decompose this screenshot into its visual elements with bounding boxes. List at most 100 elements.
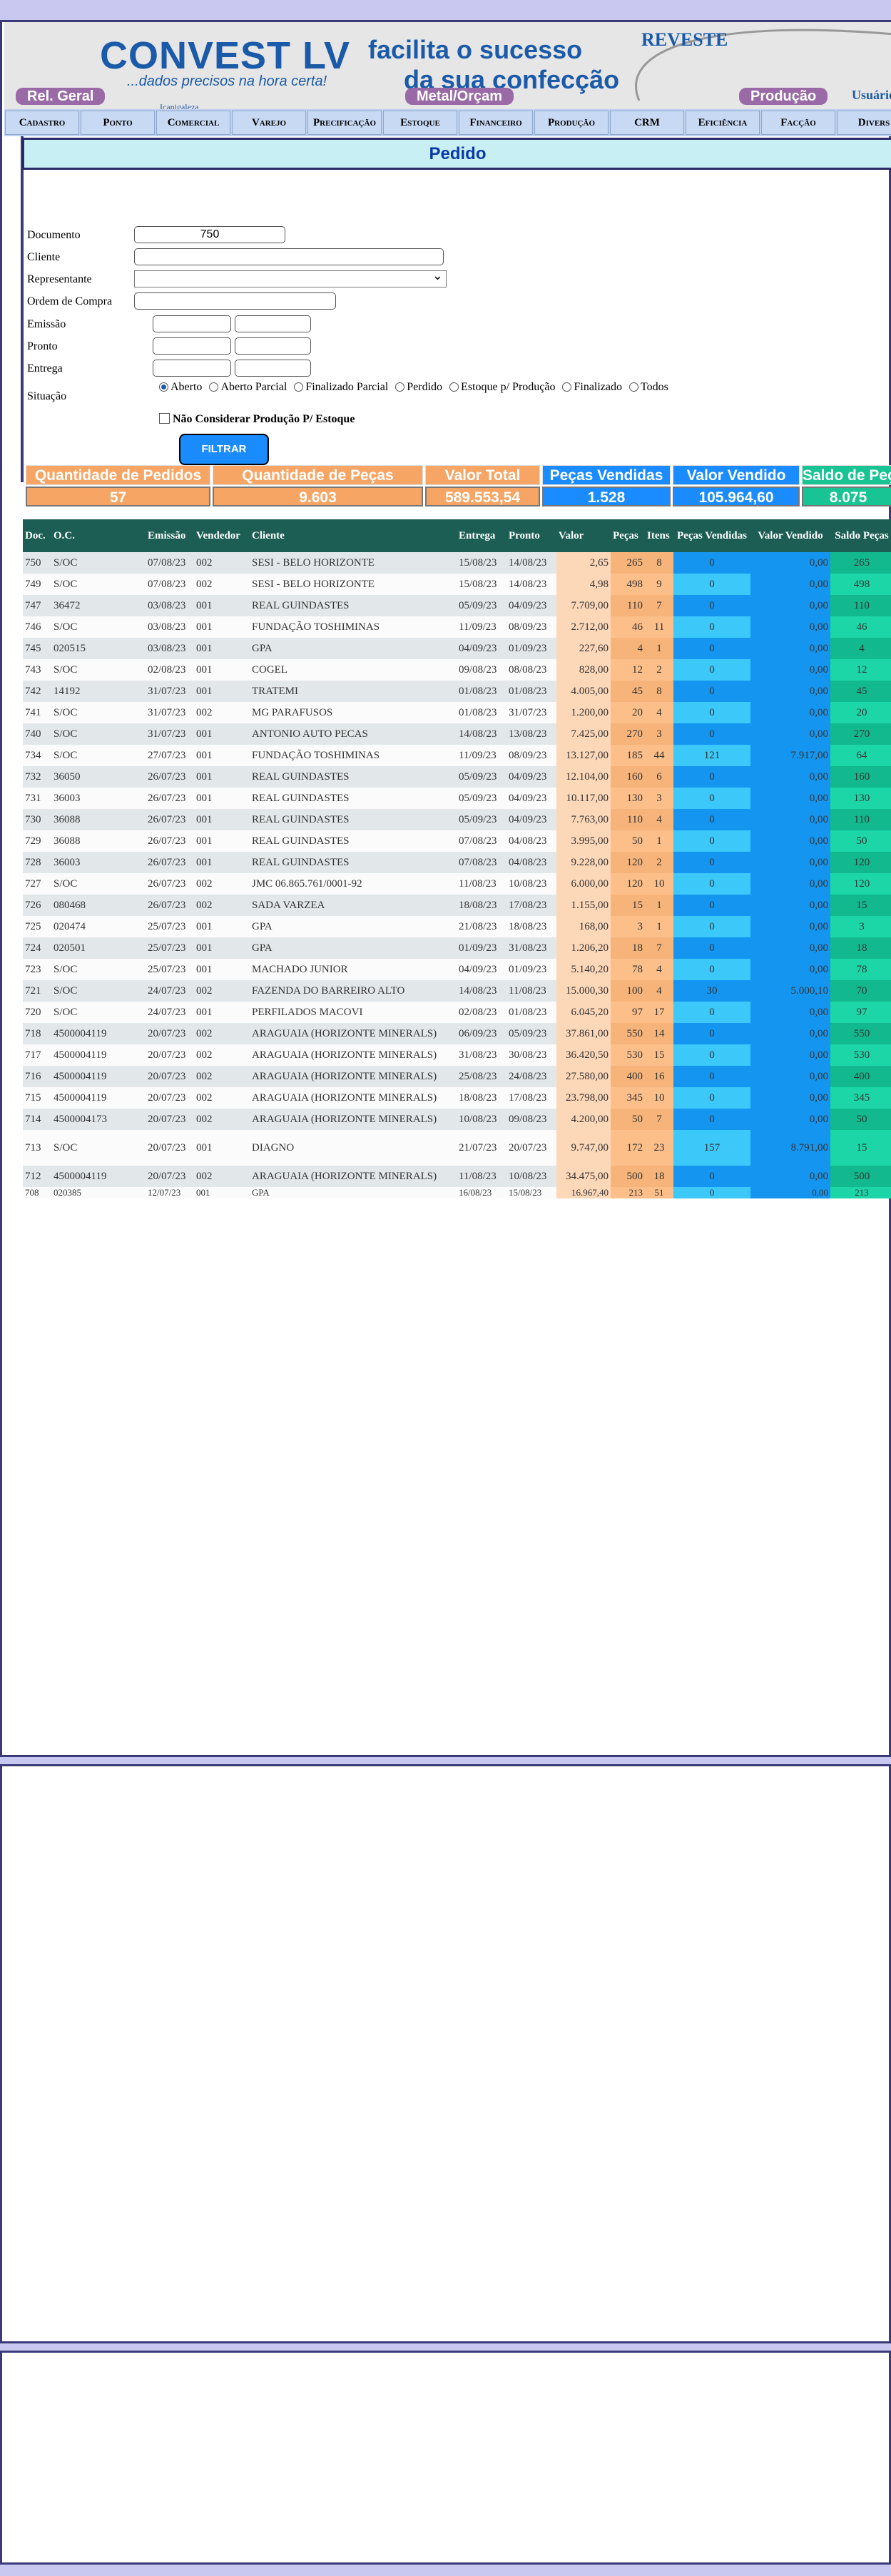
radio-todos[interactable]: Todos: [629, 381, 668, 394]
table-cell[interactable]: 746: [23, 616, 51, 638]
table-cell[interactable]: 723: [23, 959, 51, 980]
filtrar-button[interactable]: FILTRAR: [179, 434, 269, 465]
table-row[interactable]: 713 S/OC 20/07/23 001 DIAGNO 21/07/23 20/07/23…: [23, 1130, 891, 1166]
col-header[interactable]: Valor: [556, 519, 611, 552]
table-cell[interactable]: 715: [23, 1087, 51, 1109]
table-cell[interactable]: 749: [23, 574, 51, 595]
table-cell[interactable]: 745: [23, 638, 51, 659]
col-header[interactable]: Cliente: [250, 519, 457, 552]
menu-estoque[interactable]: Estoque: [383, 111, 457, 135]
table-row[interactable]: 732 36050 26/07/23 001 REAL GUINDASTES 05/09/…: [23, 766, 891, 788]
table-cell[interactable]: 741: [23, 702, 51, 723]
table-row[interactable]: 725 020474 25/07/23 001 GPA 21/08/23 18/08/23 1…: [23, 916, 891, 937]
col-header[interactable]: Vendedor: [194, 519, 250, 552]
table-cell[interactable]: 713: [23, 1130, 51, 1166]
menu-comercial[interactable]: Comercial: [156, 111, 230, 135]
app-logo[interactable]: CONVEST LV: [100, 34, 350, 78]
menu-faccao[interactable]: Facção: [761, 111, 835, 135]
radio-aberto[interactable]: Aberto: [159, 381, 202, 394]
table-row[interactable]: 716 4500004119 20/07/23 002 ARAGUAIA (HORIZO…: [23, 1066, 891, 1087]
radio-finalizado[interactable]: Finalizado: [562, 381, 622, 394]
table-cell[interactable]: 740: [23, 723, 51, 745]
menu-crm[interactable]: CRM: [610, 111, 684, 135]
producao-button[interactable]: Produção: [739, 88, 828, 105]
table-row[interactable]: 747 36472 03/08/23 001 REAL GUINDASTES 05/09/…: [23, 595, 891, 616]
col-header[interactable]: Pronto: [506, 519, 556, 552]
table-row[interactable]: 730 36088 26/07/23 001 REAL GUINDASTES 05/09/…: [23, 809, 891, 830]
menu-eficiencia[interactable]: Eficiência: [686, 111, 760, 135]
table-cell[interactable]: 717: [23, 1044, 51, 1066]
table-row[interactable]: 718 4500004119 20/07/23 002 ARAGUAIA (HORIZO…: [23, 1023, 891, 1044]
table-cell[interactable]: 716: [23, 1066, 51, 1087]
radio-perdido[interactable]: Perdido: [395, 381, 442, 394]
cliente-input[interactable]: [134, 248, 444, 265]
table-cell[interactable]: 729: [23, 830, 51, 852]
pronto-start-input[interactable]: [153, 337, 231, 355]
user-label[interactable]: Usuário: [852, 88, 891, 103]
table-cell[interactable]: 727: [23, 873, 51, 895]
table-cell[interactable]: 712: [23, 1166, 51, 1187]
menu-producao[interactable]: Produção: [534, 111, 609, 135]
documento-input[interactable]: 750: [134, 226, 285, 243]
table-row[interactable]: 717 4500004119 20/07/23 002 ARAGUAIA (HORIZO…: [23, 1044, 891, 1066]
table-cell[interactable]: 726: [23, 895, 51, 916]
table-row[interactable]: 714 4500004173 20/07/23 002 ARAGUAIA (HORIZO…: [23, 1109, 891, 1130]
nao-considerar-checkbox[interactable]: Não Considerar Produção P/ Estoque: [159, 413, 355, 426]
table-row[interactable]: 720 S/OC 24/07/23 001 PERFILADOS MACOVI 02/08…: [23, 1002, 891, 1023]
table-cell[interactable]: 742: [23, 681, 51, 702]
table-cell[interactable]: 724: [23, 937, 51, 959]
col-header[interactable]: Emissão: [146, 519, 194, 552]
menu-financeiro[interactable]: Financeiro: [459, 111, 533, 135]
table-row[interactable]: 721 S/OC 24/07/23 002 FAZENDA DO BARREIRO AL…: [23, 980, 891, 1002]
table-cell[interactable]: 725: [23, 916, 51, 937]
menu-precificacao[interactable]: Precificação: [307, 111, 382, 135]
radio-dot[interactable]: [209, 382, 219, 392]
radio-finalizado-parcial[interactable]: Finalizado Parcial: [294, 381, 388, 394]
entrega-start-input[interactable]: [153, 360, 231, 377]
checkbox-box[interactable]: [159, 413, 170, 424]
radio-aberto-parcial[interactable]: Aberto Parcial: [209, 381, 287, 394]
table-row[interactable]: 728 36003 26/07/23 001 REAL GUINDASTES 07/08/…: [23, 852, 891, 873]
table-cell[interactable]: 747: [23, 595, 51, 616]
radio-dot[interactable]: [562, 382, 572, 392]
table-row[interactable]: 746 S/OC 03/08/23 001 FUNDAÇÃO TOSHIMINAS 11/…: [23, 616, 891, 638]
table-row[interactable]: 742 14192 31/07/23 001 TRATEMI 01/08/23 01/08/…: [23, 681, 891, 702]
table-row[interactable]: 741 S/OC 31/07/23 002 MG PARAFUSOS 01/08/23 31…: [23, 702, 891, 723]
table-row[interactable]: 715 4500004119 20/07/23 002 ARAGUAIA (HORIZO…: [23, 1087, 891, 1109]
table-cell[interactable]: 743: [23, 659, 51, 681]
table-cell[interactable]: 732: [23, 766, 51, 788]
table-cell[interactable]: 714: [23, 1109, 51, 1130]
table-row[interactable]: 708 020385 12/07/23 001 GPA 16/08/23 15/08/23 1…: [23, 1187, 891, 1198]
table-row[interactable]: 727 S/OC 26/07/23 002 JMC 06.865.761/0001-92…: [23, 873, 891, 895]
table-row[interactable]: 745 020515 03/08/23 001 GPA 04/09/23 01/09/23 2…: [23, 638, 891, 659]
table-row[interactable]: 731 36003 26/07/23 001 REAL GUINDASTES 05/09/…: [23, 788, 891, 809]
table-cell[interactable]: 730: [23, 809, 51, 830]
table-cell[interactable]: 734: [23, 745, 51, 766]
menu-varejo[interactable]: Varejo: [232, 111, 306, 135]
emissao-end-input[interactable]: [235, 315, 311, 332]
table-row[interactable]: 734 S/OC 27/07/23 001 FUNDAÇÃO TOSHIMINAS 11/…: [23, 745, 891, 766]
radio-dot[interactable]: [629, 382, 639, 392]
metal-orcam-button[interactable]: Metal/Orçam: [405, 88, 514, 105]
table-cell[interactable]: 720: [23, 1002, 51, 1023]
col-header[interactable]: Itens: [645, 519, 673, 552]
radio-dot[interactable]: [159, 382, 168, 392]
table-cell[interactable]: 718: [23, 1023, 51, 1044]
menu-diversos[interactable]: Divers: [837, 111, 891, 135]
representante-select[interactable]: [134, 268, 447, 287]
table-row[interactable]: 712 4500004119 20/07/23 002 ARAGUAIA (HORIZO…: [23, 1166, 891, 1187]
pronto-end-input[interactable]: [235, 337, 311, 355]
ordem-compra-input[interactable]: [134, 292, 336, 310]
col-header[interactable]: Saldo Peças: [830, 519, 891, 552]
menu-ponto[interactable]: Ponto: [81, 111, 155, 135]
entrega-end-input[interactable]: [235, 360, 311, 377]
emissao-start-input[interactable]: [153, 315, 231, 332]
col-header[interactable]: O.C.: [51, 519, 146, 552]
table-row[interactable]: 729 36088 26/07/23 001 REAL GUINDASTES 07/08/…: [23, 830, 891, 852]
radio-dot[interactable]: [449, 382, 459, 392]
col-header[interactable]: Valor Vendido: [750, 519, 830, 552]
table-row[interactable]: 749 S/OC 07/08/23 002 SESI - BELO HORIZONTE 1…: [23, 574, 891, 595]
col-header[interactable]: Peças Vendidas: [673, 519, 750, 552]
table-cell[interactable]: 731: [23, 788, 51, 809]
table-cell[interactable]: 750: [23, 552, 51, 574]
